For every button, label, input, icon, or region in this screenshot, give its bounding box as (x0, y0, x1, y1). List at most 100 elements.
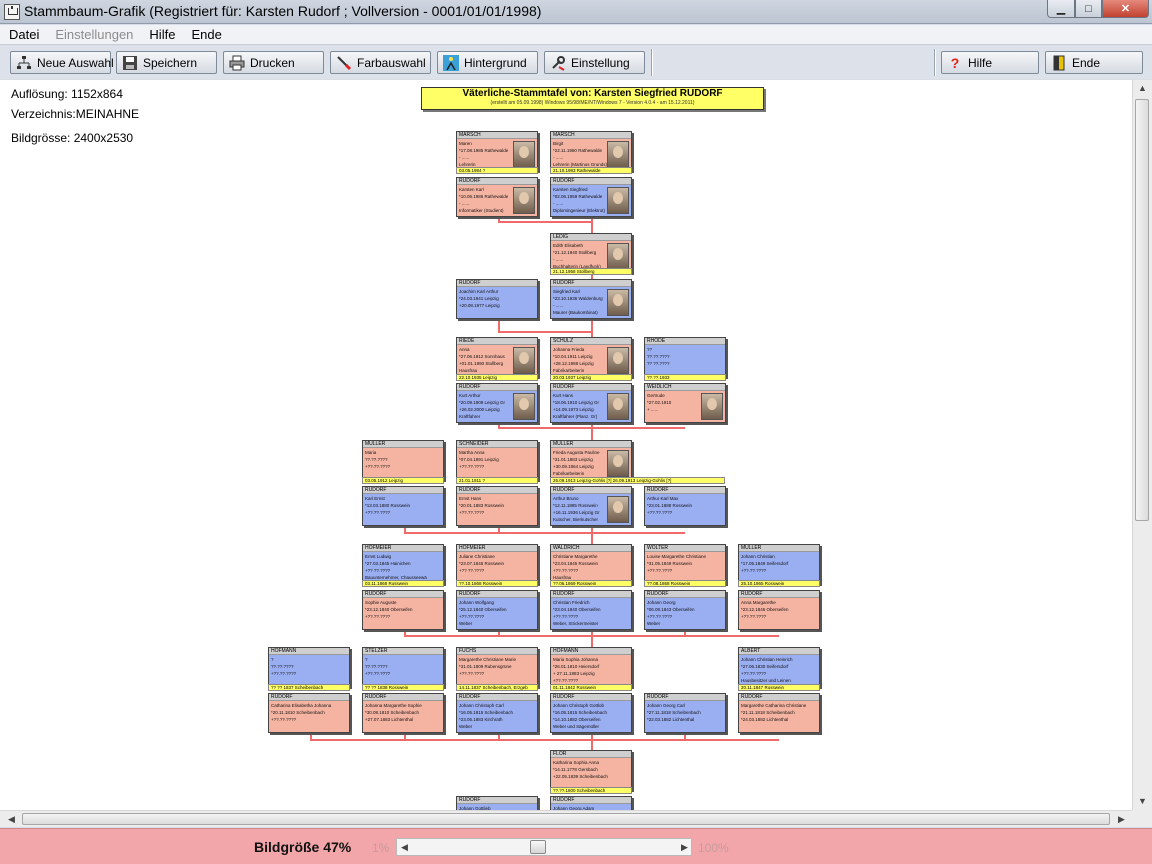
person-card[interactable]: RUDORF Johann Georg *06.08.1843 Oberseifen… (644, 590, 726, 630)
scroll-down-arrow[interactable]: ▼ (1138, 796, 1147, 806)
person-card[interactable]: WEIDLICH Gertrude *27.02.1910 + ...... (644, 383, 726, 423)
person-surname: RUDORF (457, 591, 537, 598)
person-card[interactable]: MÜLLER Frieda Augusta Pauline *31.01.1883 … (550, 440, 632, 480)
hintergrund-button[interactable]: Hintergrund (437, 51, 538, 74)
person-detail: *20.01.1883 Rosswein (459, 503, 505, 508)
person-detail: *16.05.1815 Scheibenbach (459, 710, 514, 715)
scroll-up-arrow[interactable]: ▲ (1138, 83, 1147, 93)
person-detail: +??.??.???? (741, 568, 767, 573)
person-surname: RUDORF (551, 694, 631, 701)
menu-einstellungen[interactable]: Einstellungen (46, 25, 140, 44)
person-card[interactable]: RUDORF Karl Ernst *13.03.1880 Rosswein +??.… (362, 486, 444, 526)
person-detail: *27.06.1912 Sonnhaus (459, 354, 505, 359)
tree-canvas[interactable]: Auflösung: 1152x864 Verzeichnis:MEINAHNE… (0, 80, 1132, 810)
person-detail: Arthur Bruno (553, 496, 579, 501)
person-card[interactable]: RUDORF Karsten Karl *10.06.1986 Rathewalde… (456, 177, 538, 217)
horizontal-scrollbar[interactable]: ◀ ▶ (0, 810, 1132, 827)
marriage-date: ??.08.1868 Rosswein (644, 580, 726, 587)
person-card[interactable]: LEDIG Edith Elisabeth *21.12.1940 Stollber… (550, 233, 632, 273)
zoom-right-arrow[interactable]: ▶ (681, 842, 688, 853)
marriage-date: 25.10.1865 Rosswein (738, 580, 820, 587)
menu-ende[interactable]: Ende (182, 25, 228, 44)
person-card[interactable]: RUDORF Johann Georg Adam (550, 796, 632, 810)
person-card[interactable]: HOFMANN Maria Sophia Johanna *26.01.1810 H… (550, 647, 632, 687)
person-surname: WOLTER (645, 545, 725, 552)
person-detail: *24.03.1941 Leipzig (459, 296, 499, 301)
minimize-button[interactable]: ▁ (1047, 0, 1075, 18)
scroll-right-arrow[interactable]: ▶ (1118, 814, 1125, 825)
person-card[interactable]: RUDORF Johann Christoph Gottlob *16.05.181… (550, 693, 632, 733)
person-card[interactable]: RUDORF Joachim Karl Arthur *24.03.1941 Lei… (456, 279, 538, 319)
speichern-button[interactable]: Speichern (116, 51, 217, 74)
zoom-slider-thumb[interactable] (530, 840, 546, 854)
menu-datei[interactable]: Datei (0, 25, 46, 44)
person-card[interactable]: RUDORF Anna Margarethe *23.12.1846 Obersei… (738, 590, 820, 630)
person-card[interactable]: RIEDE Anna *27.06.1912 Sonnhaus +01.01.1990… (456, 337, 538, 377)
person-card[interactable]: WOLTER Louise Margarethe Christiane *31.05… (644, 544, 726, 584)
person-detail: *17.08.1985 Rathewalde (459, 148, 509, 153)
menu-hilfe[interactable]: Hilfe (140, 25, 182, 44)
hilfe-button[interactable]: ? Hilfe (941, 51, 1039, 74)
person-detail: + 27.11.1883 Leipzig (553, 671, 595, 676)
person-detail: *27.03.1845 Hainichen (365, 561, 411, 566)
person-detail: *23.12.1846 Oberseifen (741, 607, 789, 612)
close-button[interactable]: ✕ (1102, 0, 1149, 18)
person-card[interactable]: RUDORF Kurt Hans *18.06.1910 Leipzig Gr +14… (550, 383, 632, 423)
person-card[interactable]: RUDORF Johanna Margarethe Sophie *30.08.18… (362, 693, 444, 733)
person-detail: ??.??.???? (365, 457, 388, 462)
person-card[interactable]: MARSCH Birgit *22.11.1960 Rathewalde - ....… (550, 131, 632, 171)
person-card[interactable]: FUCHS Margarethe Christiane Marie *31.01.1… (456, 647, 538, 687)
farbauswahl-button[interactable]: Farbauswahl (330, 51, 431, 74)
marriage-date: ?? ?? 1838 Rosswein (362, 684, 444, 691)
person-card[interactable]: ALBERT Johann Christian Heinrich *27.06.18… (738, 647, 820, 687)
marriage-date: 26.09.1913 Leipzig-Gohlis [?] 26.09.1913… (550, 477, 725, 484)
person-detail: Johann Georg (647, 600, 676, 605)
person-card[interactable]: RUDORF Siegfried Karl *23.10.1936 Waldenbu… (550, 279, 632, 319)
zoom-left-arrow[interactable]: ◀ (401, 842, 408, 853)
person-detail: +??.??.???? (459, 671, 485, 676)
neue-auswahl-button[interactable]: Neue Auswahl (10, 51, 114, 74)
person-card[interactable]: RUDORF Kurt Arthur *20.09.1909 Leipzig Gr +… (456, 383, 538, 423)
person-card[interactable]: RHODE????.??.???? ?? ??.???? (644, 337, 726, 377)
person-card[interactable]: RUDORF Ernst Hans *20.01.1883 Rosswein +??.… (456, 486, 538, 526)
person-card[interactable]: MÜLLER Maria??.??.???? +??.??.???? (362, 440, 444, 480)
vertical-scrollbar[interactable]: ▲ ▼ (1132, 80, 1152, 810)
person-card[interactable]: RUDORF Johann Wolfgang *25.12.1840 Obersei… (456, 590, 538, 630)
person-surname: SCHULZ (551, 338, 631, 345)
person-card[interactable]: RUDORF Catharina Elisabetha Johanna *20.11… (268, 693, 350, 733)
vertical-scroll-thumb[interactable] (1135, 99, 1149, 521)
person-card[interactable]: SCHULZ Johanna Frieda *10.04.1911 Leipzig +… (550, 337, 632, 377)
einstellung-button[interactable]: Einstellung (544, 51, 645, 74)
person-card[interactable]: RUDORF Arthur Bruno *12.11.1885 Rosswein +1… (550, 486, 632, 526)
person-card[interactable]: HOFMEIER Juliane Christiane *23.07.1845 Ro… (456, 544, 538, 584)
scroll-left-arrow[interactable]: ◀ (8, 814, 15, 825)
person-card[interactable]: STELZER???.??.???? +??.??.???? (362, 647, 444, 687)
person-card[interactable]: WALDRICH Christiane Margarethe *23.04.1845… (550, 544, 632, 584)
maximize-button[interactable]: □ (1075, 0, 1102, 18)
person-detail: *02.06.1959 Rathewalde (553, 194, 603, 199)
person-detail: *10.06.1986 Rathewalde (459, 194, 509, 199)
person-card[interactable]: RUDORF Sophie Auguste *23.12.1840 Oberseif… (362, 590, 444, 630)
person-card[interactable]: FLOR Katharina Sophia Anna *14.11.1778 Ger… (550, 750, 632, 790)
person-card[interactable]: MÜLLER Johann Christian *17.05.1849 Seifer… (738, 544, 820, 584)
marriage-date: 21.01.1911 ? (456, 477, 538, 484)
person-card[interactable]: RUDORF Karsten Siegfried *02.06.1959 Rathe… (550, 177, 632, 217)
person-surname: STELZER (363, 648, 443, 655)
person-card[interactable]: RUDORF Johann Christoph Carl *16.05.1815 S… (456, 693, 538, 733)
person-card[interactable]: RUDORF Margarethe Catharina Christiane *21… (738, 693, 820, 733)
person-card[interactable]: MARSCH Maren *17.08.1985 Rathewalde - .....… (456, 131, 538, 171)
zoom-slider[interactable]: ◀ ▶ (396, 838, 692, 856)
person-surname: MÜLLER (551, 441, 631, 448)
person-card[interactable]: HOFMEIER Ernst Ludwig *27.03.1845 Hainiche… (362, 544, 444, 584)
person-card[interactable]: RUDORF Christian Friedrich *23.04.1840 Obe… (550, 590, 632, 630)
drucken-button[interactable]: Drucken (223, 51, 324, 74)
person-card[interactable]: SCHNEIDER Martha Anna *07.04.1891 Leipzig +… (456, 440, 538, 480)
horizontal-scroll-thumb[interactable] (22, 813, 1110, 825)
ende-button[interactable]: Ende (1045, 51, 1143, 74)
person-detail: Weber (647, 621, 661, 626)
app-icon[interactable] (4, 4, 20, 20)
person-card[interactable]: HOFMANN???.??.???? +??.??.???? (268, 647, 350, 687)
person-card[interactable]: RUDORF Johann Gottlieb (456, 796, 538, 810)
person-card[interactable]: RUDORF Arthur Karl Max *23.01.1888 Rosswei… (644, 486, 726, 526)
person-card[interactable]: RUDORF Johann Georg Carl *27.11.1818 Schei… (644, 693, 726, 733)
